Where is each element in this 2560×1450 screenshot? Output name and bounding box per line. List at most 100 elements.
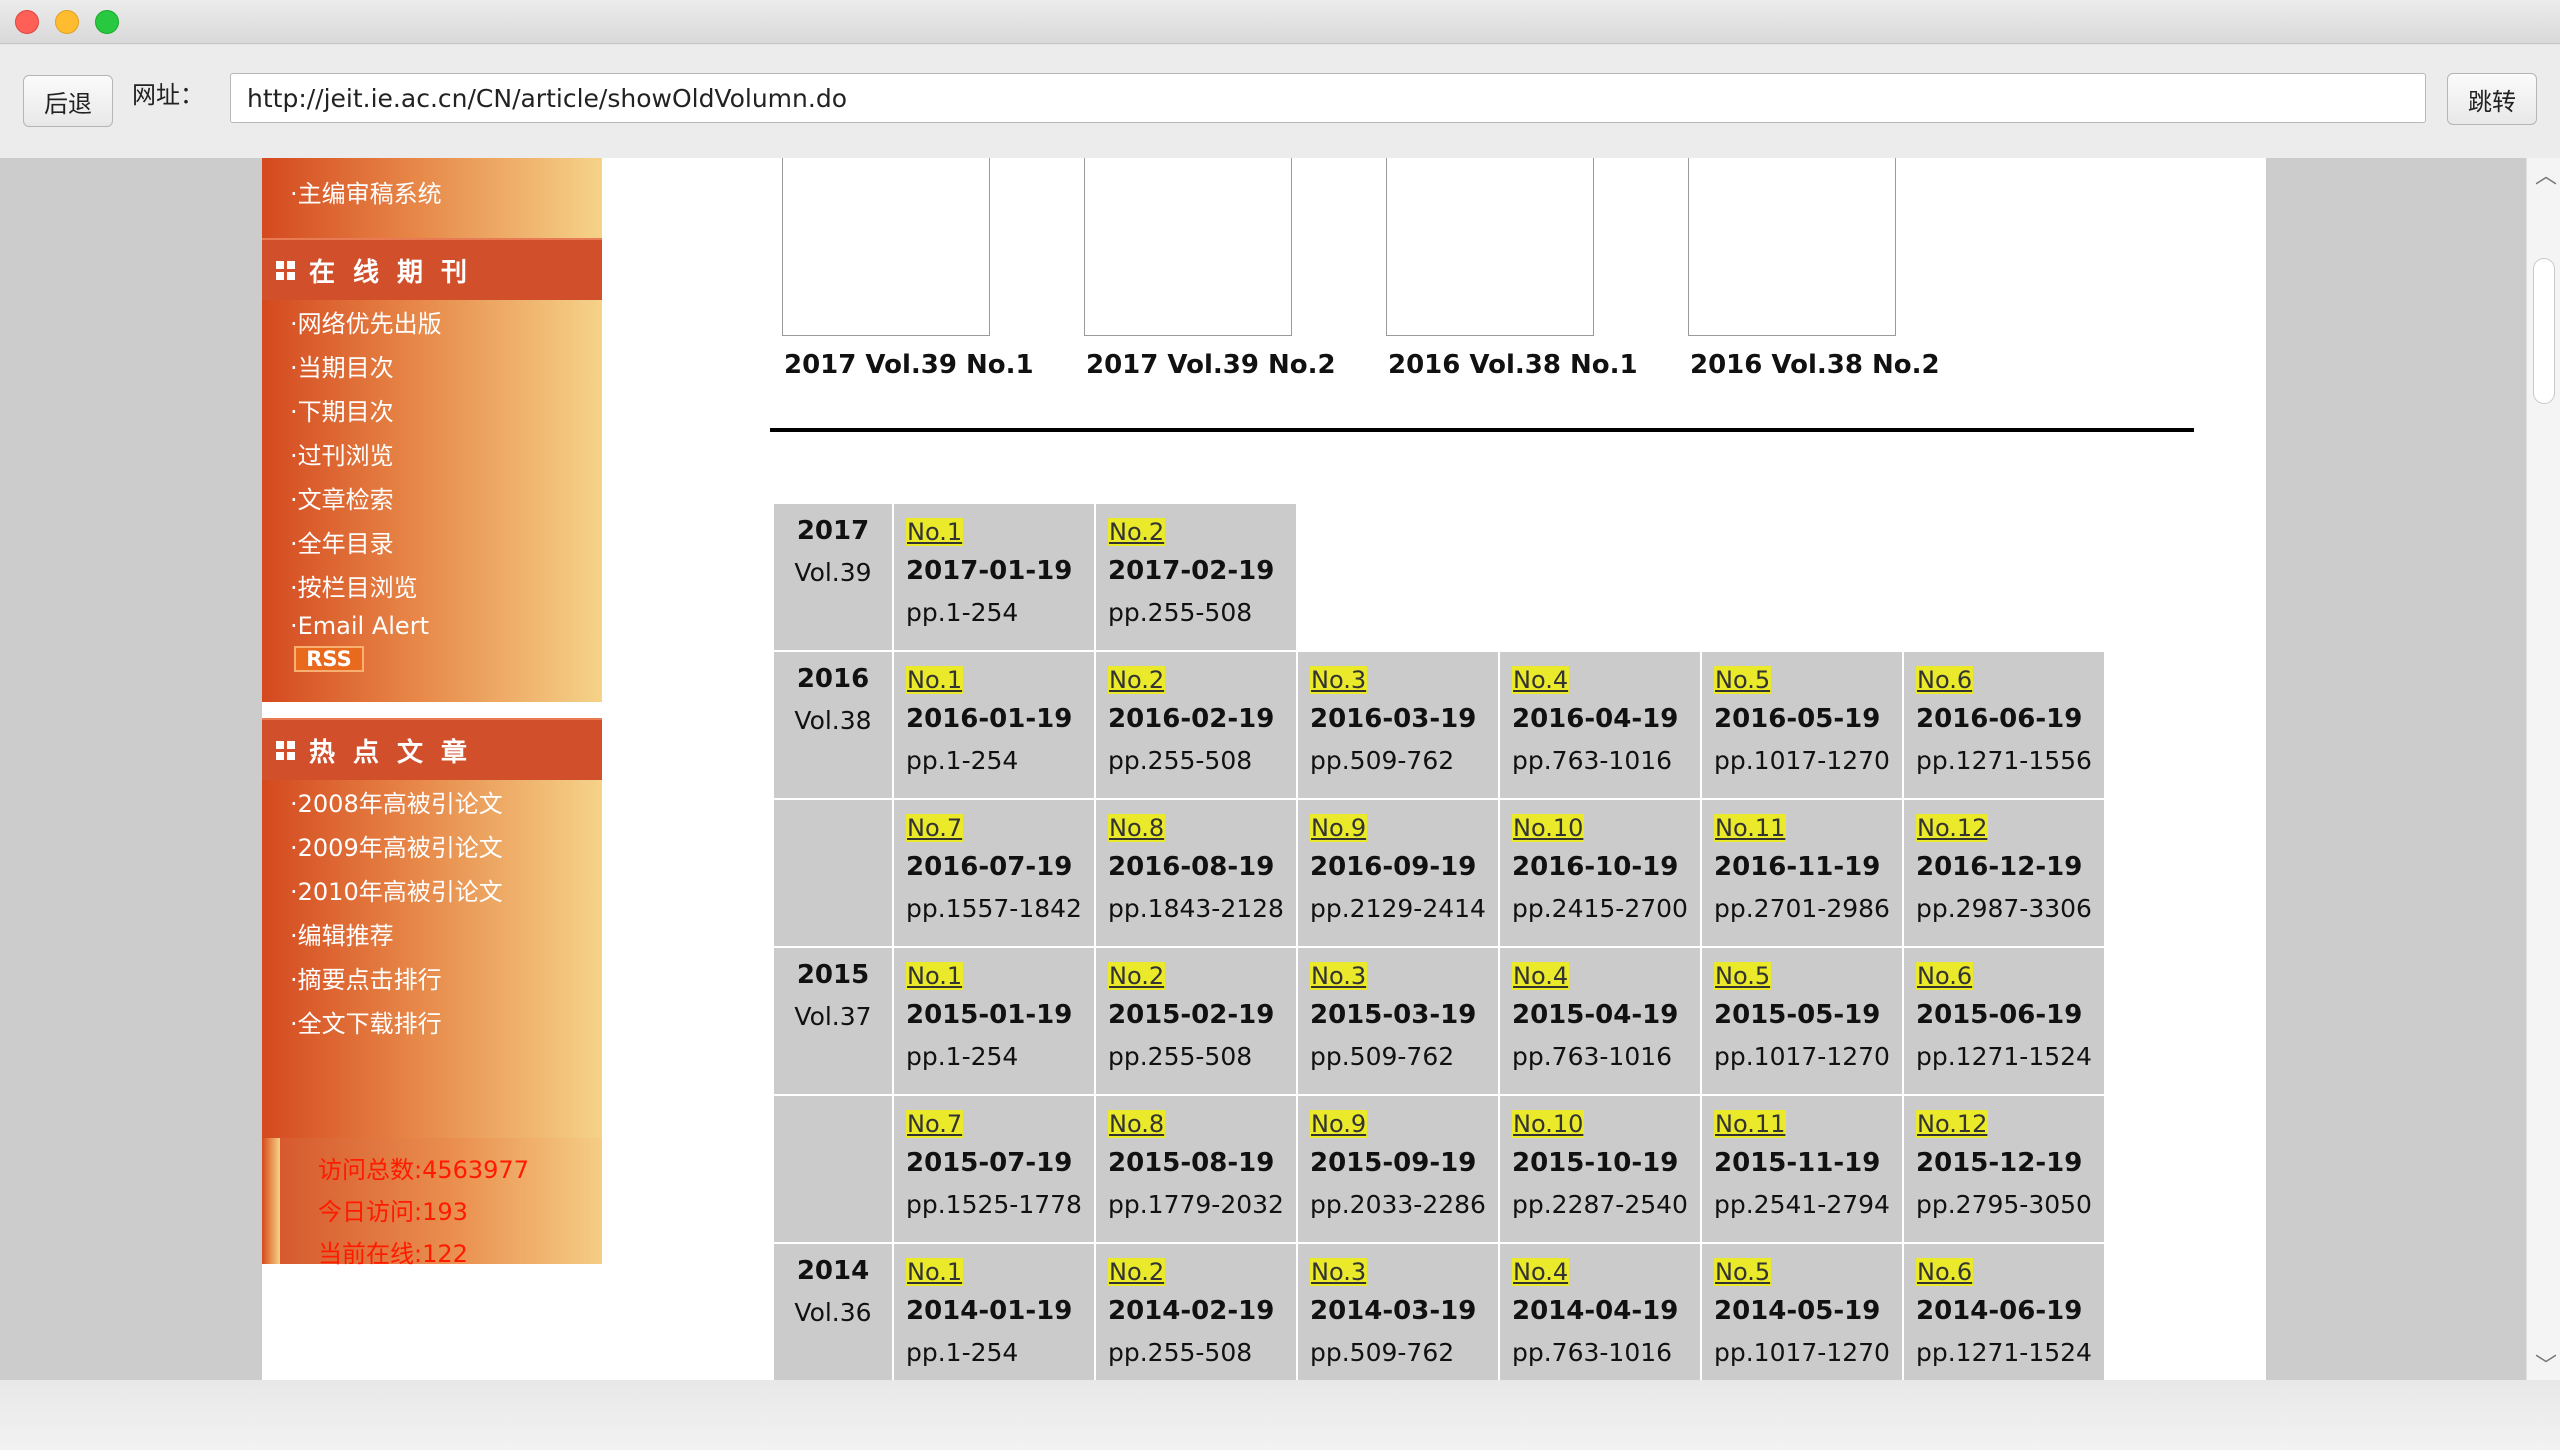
sidebar-link-browse-by-column[interactable]: ·按栏目浏览 bbox=[290, 568, 418, 603]
issue-cell: No.12 2015-12-19 pp.2795-3050 bbox=[1904, 1096, 2104, 1242]
sidebar-link-email-alert[interactable]: ·Email Alert bbox=[290, 612, 429, 640]
issue-date: 2016-03-19 bbox=[1310, 704, 1477, 734]
cover-thumbnail[interactable] bbox=[1688, 158, 1896, 336]
sidebar-link-2008-cited[interactable]: ·2008年高被引论文 bbox=[290, 784, 503, 819]
issue-link[interactable]: No.10 bbox=[1512, 814, 1585, 842]
issue-link[interactable]: No.6 bbox=[1916, 1258, 1974, 1286]
issue-link[interactable]: No.3 bbox=[1310, 962, 1368, 990]
issue-link[interactable]: No.5 bbox=[1714, 666, 1772, 694]
close-icon[interactable] bbox=[15, 10, 39, 34]
stat-online-now: 当前在线:122 bbox=[318, 1240, 468, 1268]
issue-pages: pp.763-1016 bbox=[1512, 746, 1673, 775]
chevron-up-icon[interactable]: ︿ bbox=[2535, 158, 2557, 190]
issue-pages: pp.509-762 bbox=[1310, 1042, 1455, 1071]
window-titlebar bbox=[0, 0, 2560, 44]
issue-link[interactable]: No.6 bbox=[1916, 962, 1974, 990]
cover-label[interactable]: 2016 Vol.38 No.2 bbox=[1690, 350, 1940, 380]
issue-link[interactable]: No.5 bbox=[1714, 962, 1772, 990]
issue-link[interactable]: No.1 bbox=[906, 666, 964, 694]
issue-link[interactable]: No.9 bbox=[1310, 814, 1368, 842]
chevron-down-icon[interactable]: ﹀ bbox=[2535, 1348, 2557, 1380]
sidebar-link-current-issue[interactable]: ·当期目次 bbox=[290, 348, 394, 383]
cover-thumbnail[interactable] bbox=[1386, 158, 1594, 336]
issue-pages: pp.2415-2700 bbox=[1512, 894, 1688, 923]
issue-link[interactable]: No.6 bbox=[1916, 666, 1974, 694]
volume-year-cell bbox=[774, 1096, 892, 1242]
issue-cell: No.4 2014-04-19 pp.763-1016 bbox=[1500, 1244, 1700, 1380]
cover-label[interactable]: 2017 Vol.39 No.1 bbox=[784, 350, 1034, 380]
sidebar-link-article-search[interactable]: ·文章检索 bbox=[290, 480, 394, 515]
issue-link[interactable]: No.8 bbox=[1108, 1110, 1166, 1138]
issue-link[interactable]: No.1 bbox=[906, 962, 964, 990]
sidebar-rss-block: RSS bbox=[262, 640, 602, 702]
volume-number: Vol.37 bbox=[794, 1002, 872, 1031]
issue-pages: pp.2541-2794 bbox=[1714, 1190, 1890, 1219]
issue-cell: No.5 2016-05-19 pp.1017-1270 bbox=[1702, 652, 1902, 798]
issue-link[interactable]: No.10 bbox=[1512, 1110, 1585, 1138]
issue-cell: No.6 2014-06-19 pp.1271-1524 bbox=[1904, 1244, 2104, 1380]
sidebar-link-online-first[interactable]: ·网络优先出版 bbox=[290, 304, 442, 339]
sidebar-link-next-issue[interactable]: ·下期目次 bbox=[290, 392, 394, 427]
issue-link[interactable]: No.3 bbox=[1310, 666, 1368, 694]
issue-link[interactable]: No.5 bbox=[1714, 1258, 1772, 1286]
issue-link[interactable]: No.4 bbox=[1512, 666, 1570, 694]
issue-date: 2015-08-19 bbox=[1108, 1148, 1275, 1178]
issue-link[interactable]: No.8 bbox=[1108, 814, 1166, 842]
issue-link[interactable]: No.7 bbox=[906, 814, 964, 842]
issue-date: 2016-06-19 bbox=[1916, 704, 2083, 734]
sidebar-header-label: 热点文章 bbox=[309, 737, 486, 768]
issue-link[interactable]: No.4 bbox=[1512, 1258, 1570, 1286]
url-input[interactable] bbox=[230, 73, 2426, 123]
issue-cell: No.1 2015-01-19 pp.1-254 bbox=[894, 948, 1094, 1094]
issue-date: 2015-06-19 bbox=[1916, 1000, 2083, 1030]
sidebar-link-archive[interactable]: ·过刊浏览 bbox=[290, 436, 394, 471]
issue-link[interactable]: No.12 bbox=[1916, 814, 1989, 842]
issue-date: 2015-02-19 bbox=[1108, 1000, 1275, 1030]
issue-link[interactable]: No.2 bbox=[1108, 962, 1166, 990]
maximize-icon[interactable] bbox=[95, 10, 119, 34]
volume-year-cell: 2017 Vol.39 bbox=[774, 504, 892, 650]
issue-pages: pp.1525-1778 bbox=[906, 1190, 1082, 1219]
issue-link[interactable]: No.3 bbox=[1310, 1258, 1368, 1286]
sidebar-link-abstract-ranking[interactable]: ·摘要点击排行 bbox=[290, 960, 442, 995]
vertical-scrollbar[interactable]: ︿ ﹀ bbox=[2526, 158, 2560, 1380]
issue-date: 2015-10-19 bbox=[1512, 1148, 1679, 1178]
issue-cell: No.12 2016-12-19 pp.2987-3306 bbox=[1904, 800, 2104, 946]
issue-cell: No.7 2016-07-19 pp.1557-1842 bbox=[894, 800, 1094, 946]
sidebar-link-2009-cited[interactable]: ·2009年高被引论文 bbox=[290, 828, 503, 863]
cover-label[interactable]: 2017 Vol.39 No.2 bbox=[1086, 350, 1336, 380]
cover-label[interactable]: 2016 Vol.38 No.1 bbox=[1388, 350, 1638, 380]
sidebar-link-editor-system[interactable]: ·主编审稿系统 bbox=[290, 174, 442, 209]
scrollbar-thumb[interactable] bbox=[2533, 258, 2555, 404]
issue-link[interactable]: No.12 bbox=[1916, 1110, 1989, 1138]
back-button[interactable]: 后退 bbox=[23, 75, 113, 127]
rss-button[interactable]: RSS bbox=[294, 646, 364, 672]
issue-link[interactable]: No.4 bbox=[1512, 962, 1570, 990]
cover-thumbnail[interactable] bbox=[782, 158, 990, 336]
issue-cell: No.10 2015-10-19 pp.2287-2540 bbox=[1500, 1096, 1700, 1242]
issue-pages: pp.763-1016 bbox=[1512, 1042, 1673, 1071]
issue-link[interactable]: No.2 bbox=[1108, 1258, 1166, 1286]
sidebar-link-annual-index[interactable]: ·全年目录 bbox=[290, 524, 394, 559]
issue-link[interactable]: No.11 bbox=[1714, 1110, 1787, 1138]
issue-date: 2017-01-19 bbox=[906, 556, 1073, 586]
issue-cell: No.9 2015-09-19 pp.2033-2286 bbox=[1298, 1096, 1498, 1242]
issue-link[interactable]: No.1 bbox=[906, 1258, 964, 1286]
issue-link[interactable]: No.7 bbox=[906, 1110, 964, 1138]
issue-link[interactable]: No.2 bbox=[1108, 518, 1166, 546]
go-button[interactable]: 跳转 bbox=[2447, 73, 2537, 125]
issue-link[interactable]: No.1 bbox=[906, 518, 964, 546]
sidebar-link-2010-cited[interactable]: ·2010年高被引论文 bbox=[290, 872, 503, 907]
issue-date: 2015-01-19 bbox=[906, 1000, 1073, 1030]
issue-pages: pp.2287-2540 bbox=[1512, 1190, 1688, 1219]
minimize-icon[interactable] bbox=[55, 10, 79, 34]
issue-link[interactable]: No.11 bbox=[1714, 814, 1787, 842]
issue-link[interactable]: No.2 bbox=[1108, 666, 1166, 694]
issue-link[interactable]: No.9 bbox=[1310, 1110, 1368, 1138]
sidebar-link-editor-picks[interactable]: ·编辑推荐 bbox=[290, 916, 394, 951]
issue-date: 2015-12-19 bbox=[1916, 1148, 2083, 1178]
issue-date: 2016-08-19 bbox=[1108, 852, 1275, 882]
cover-thumbnail[interactable] bbox=[1084, 158, 1292, 336]
issue-date: 2016-02-19 bbox=[1108, 704, 1275, 734]
sidebar-link-download-ranking[interactable]: ·全文下载排行 bbox=[290, 1004, 442, 1039]
